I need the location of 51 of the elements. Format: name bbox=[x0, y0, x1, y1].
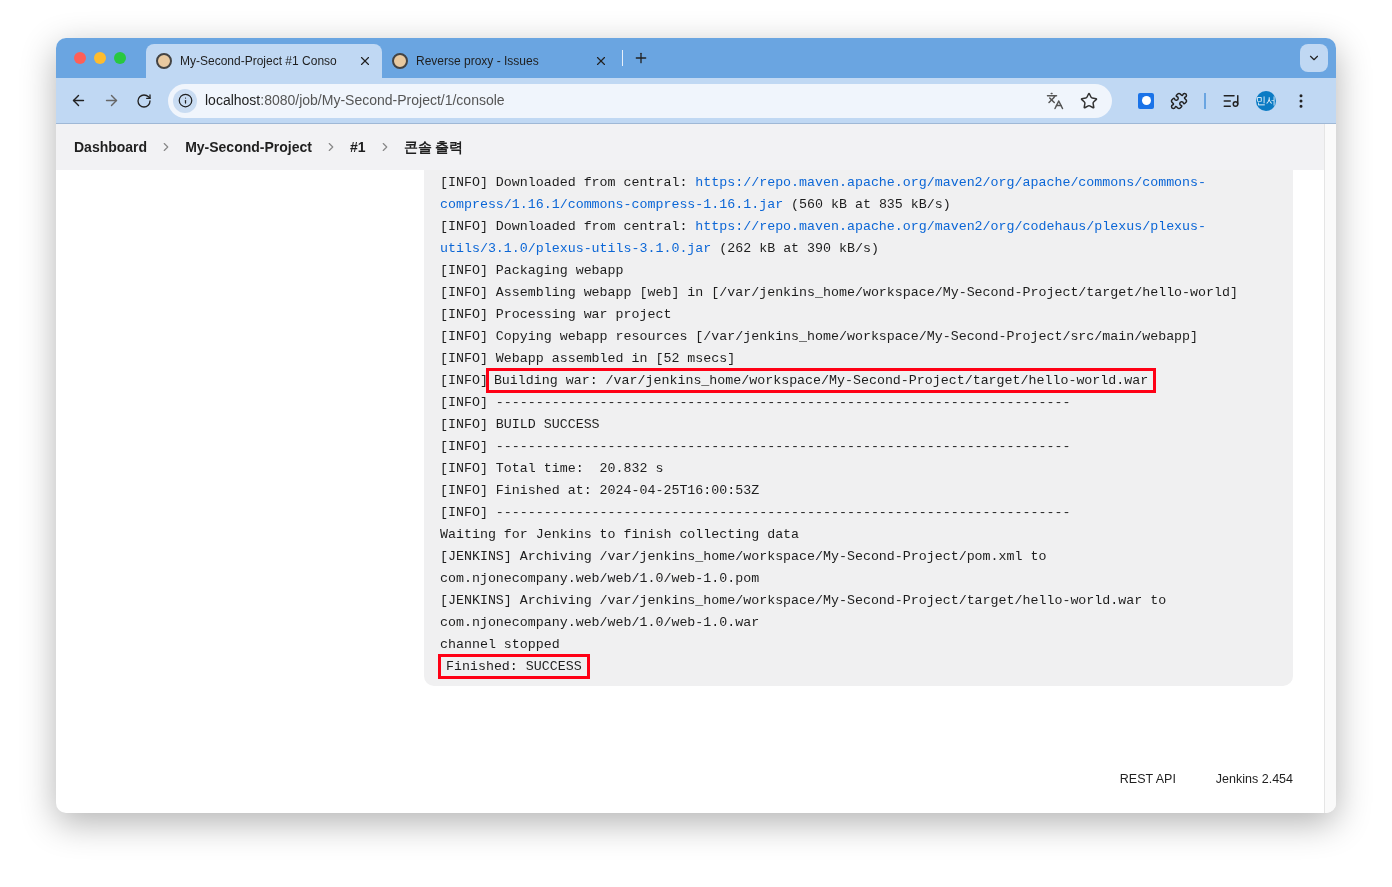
extensions-icon[interactable] bbox=[1170, 91, 1188, 110]
new-tab-icon[interactable] bbox=[633, 50, 649, 66]
site-info-icon[interactable] bbox=[177, 93, 193, 108]
log-text: [INFO] bbox=[440, 373, 488, 388]
log-text: [INFO] ------------------------------------------------------------------------ bbox=[440, 395, 1071, 410]
forward-icon[interactable] bbox=[103, 92, 120, 109]
log-text: (262 kB at 390 kB/s) bbox=[718, 241, 879, 256]
log-text: channel stopped bbox=[440, 637, 560, 652]
footer-link[interactable]: Jenkins 2.454 bbox=[1215, 770, 1293, 789]
breadcrumb-link[interactable]: Dashboard bbox=[74, 136, 148, 158]
log-text: [INFO] Downloaded from central: bbox=[440, 219, 689, 234]
log-text: [INFO] Copying webapp resources [/var/jenkins_home/workspace/My-Second-Project/src/main/webapp] bbox=[440, 329, 1199, 344]
footer-link[interactable]: REST API bbox=[1119, 770, 1176, 789]
console-link[interactable]: utils/3.1.0/plexus-utils-3.1.0.jar bbox=[440, 241, 712, 256]
close-tab-icon[interactable] bbox=[358, 54, 372, 68]
breadcrumb-link[interactable]: 콘솔 출력 bbox=[403, 136, 464, 158]
log-text: [INFO] ------------------------------------------------------------------------ bbox=[440, 505, 1071, 520]
breadcrumb-link[interactable]: #1 bbox=[349, 136, 366, 158]
tab-title: My-Second-Project #1 Conso bbox=[180, 53, 338, 70]
reload-icon[interactable] bbox=[136, 92, 152, 109]
address-bar[interactable]: localhost:8080/job/My-Second-Project/1/console bbox=[168, 83, 1112, 118]
tab-title: Reverse proxy - Issues bbox=[416, 53, 540, 70]
log-text: [INFO] Webapp assembled in [52 msecs] bbox=[440, 351, 736, 366]
profile-avatar[interactable]: 민서 bbox=[1256, 90, 1276, 111]
log-text: [INFO] Assembling webapp [web] in [/var/jenkins_home/workspace/My-Second-Project/target/hello-world] bbox=[440, 285, 1238, 300]
url-text: localhost:8080/job/My-Second-Project/1/console bbox=[205, 91, 506, 110]
bookmark-star-icon[interactable] bbox=[1080, 91, 1098, 110]
console-link[interactable]: https://repo.maven.apache.org/maven2/org/codehaus/plexus/plexus- bbox=[695, 219, 1207, 234]
breadcrumb-link[interactable]: My-Second-Project bbox=[185, 136, 312, 158]
back-icon[interactable] bbox=[70, 92, 87, 109]
log-text: Waiting for Jenkins to finish collecting data bbox=[440, 527, 800, 542]
log-text: [JENKINS] Archiving /var/jenkins_home/workspace/My-Second-Project/target/hello-world.war to bbox=[440, 593, 1167, 608]
close-tab-icon[interactable] bbox=[594, 54, 608, 68]
log-text: (560 kB at 835 kB/s) bbox=[790, 197, 951, 212]
log-text: [JENKINS] Archiving /var/jenkins_home/workspace/My-Second-Project/pom.xml to bbox=[440, 549, 1047, 564]
log-text: [INFO] Packaging webapp bbox=[440, 263, 624, 278]
log-text: [INFO] Total time: 20.832 s bbox=[440, 461, 664, 476]
log-text: [INFO] Downloaded from central: bbox=[440, 175, 689, 190]
log-text: [INFO] Processing war project bbox=[440, 307, 672, 322]
browser-tab[interactable]: My-Second-Project #1 Conso bbox=[146, 44, 382, 78]
console-link[interactable]: https://repo.maven.apache.org/maven2/org/apache/commons/commons- bbox=[695, 175, 1207, 190]
console-link[interactable]: compress/1.16.1/commons-compress-1.16.1.jar bbox=[440, 197, 784, 212]
log-text: [INFO] Finished at: 2024-04-25T16:00:53Z bbox=[440, 483, 760, 498]
browser-tab[interactable]: Reverse proxy - Issues bbox=[382, 44, 618, 78]
translate-icon[interactable] bbox=[1046, 91, 1064, 110]
highlighted-log-text: Finished: SUCCESS bbox=[438, 654, 590, 679]
log-text: [INFO] BUILD SUCCESS bbox=[440, 417, 600, 432]
log-text: [INFO] ------------------------------------------------------------------------ bbox=[440, 439, 1071, 454]
log-text: com.njonecompany.web/web/1.0/web-1.0.pom bbox=[440, 571, 760, 586]
log-text: com.njonecompany.web/web/1.0/web-1.0.war bbox=[440, 615, 760, 630]
highlighted-log-text: Building war: /var/jenkins_home/workspace/My-Second-Project/target/hello-world.war bbox=[485, 368, 1157, 393]
